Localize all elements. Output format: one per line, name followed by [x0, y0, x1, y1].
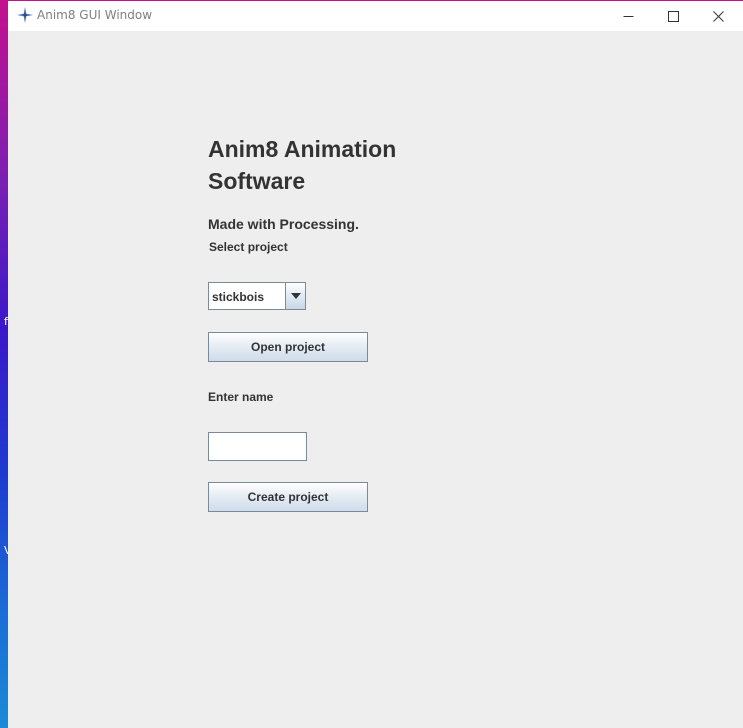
window-title: Anim8 GUI Window [37, 8, 153, 22]
maximize-button[interactable] [651, 1, 696, 31]
project-name-input[interactable] [208, 432, 307, 461]
project-dropdown[interactable]: stickbois [208, 282, 306, 310]
subtitle: Made with Processing. [208, 216, 359, 232]
maximize-icon [668, 10, 679, 22]
project-dropdown-value: stickbois [212, 290, 265, 304]
screen: f V Anim8 GUI Window [0, 0, 743, 728]
minimize-button[interactable] [606, 1, 651, 31]
heading-line: Software [208, 168, 306, 194]
minimize-icon [623, 15, 634, 17]
title-bar[interactable]: Anim8 GUI Window [8, 1, 743, 31]
chevron-down-icon [290, 293, 301, 299]
select-project-label: Select project [209, 240, 288, 254]
app-window: Anim8 GUI Window Anim8 Animation Softwar… [8, 0, 743, 728]
close-icon [713, 10, 724, 22]
create-project-button[interactable]: Create project [208, 482, 368, 512]
java-app-icon [17, 7, 33, 23]
heading-line: Anim8 Animation [208, 136, 397, 162]
close-button[interactable] [696, 1, 741, 31]
dropdown-toggle[interactable] [285, 283, 305, 309]
app-heading: Anim8 Animation Software [208, 133, 438, 197]
open-project-button[interactable]: Open project [208, 332, 368, 362]
enter-name-label: Enter name [208, 390, 274, 404]
